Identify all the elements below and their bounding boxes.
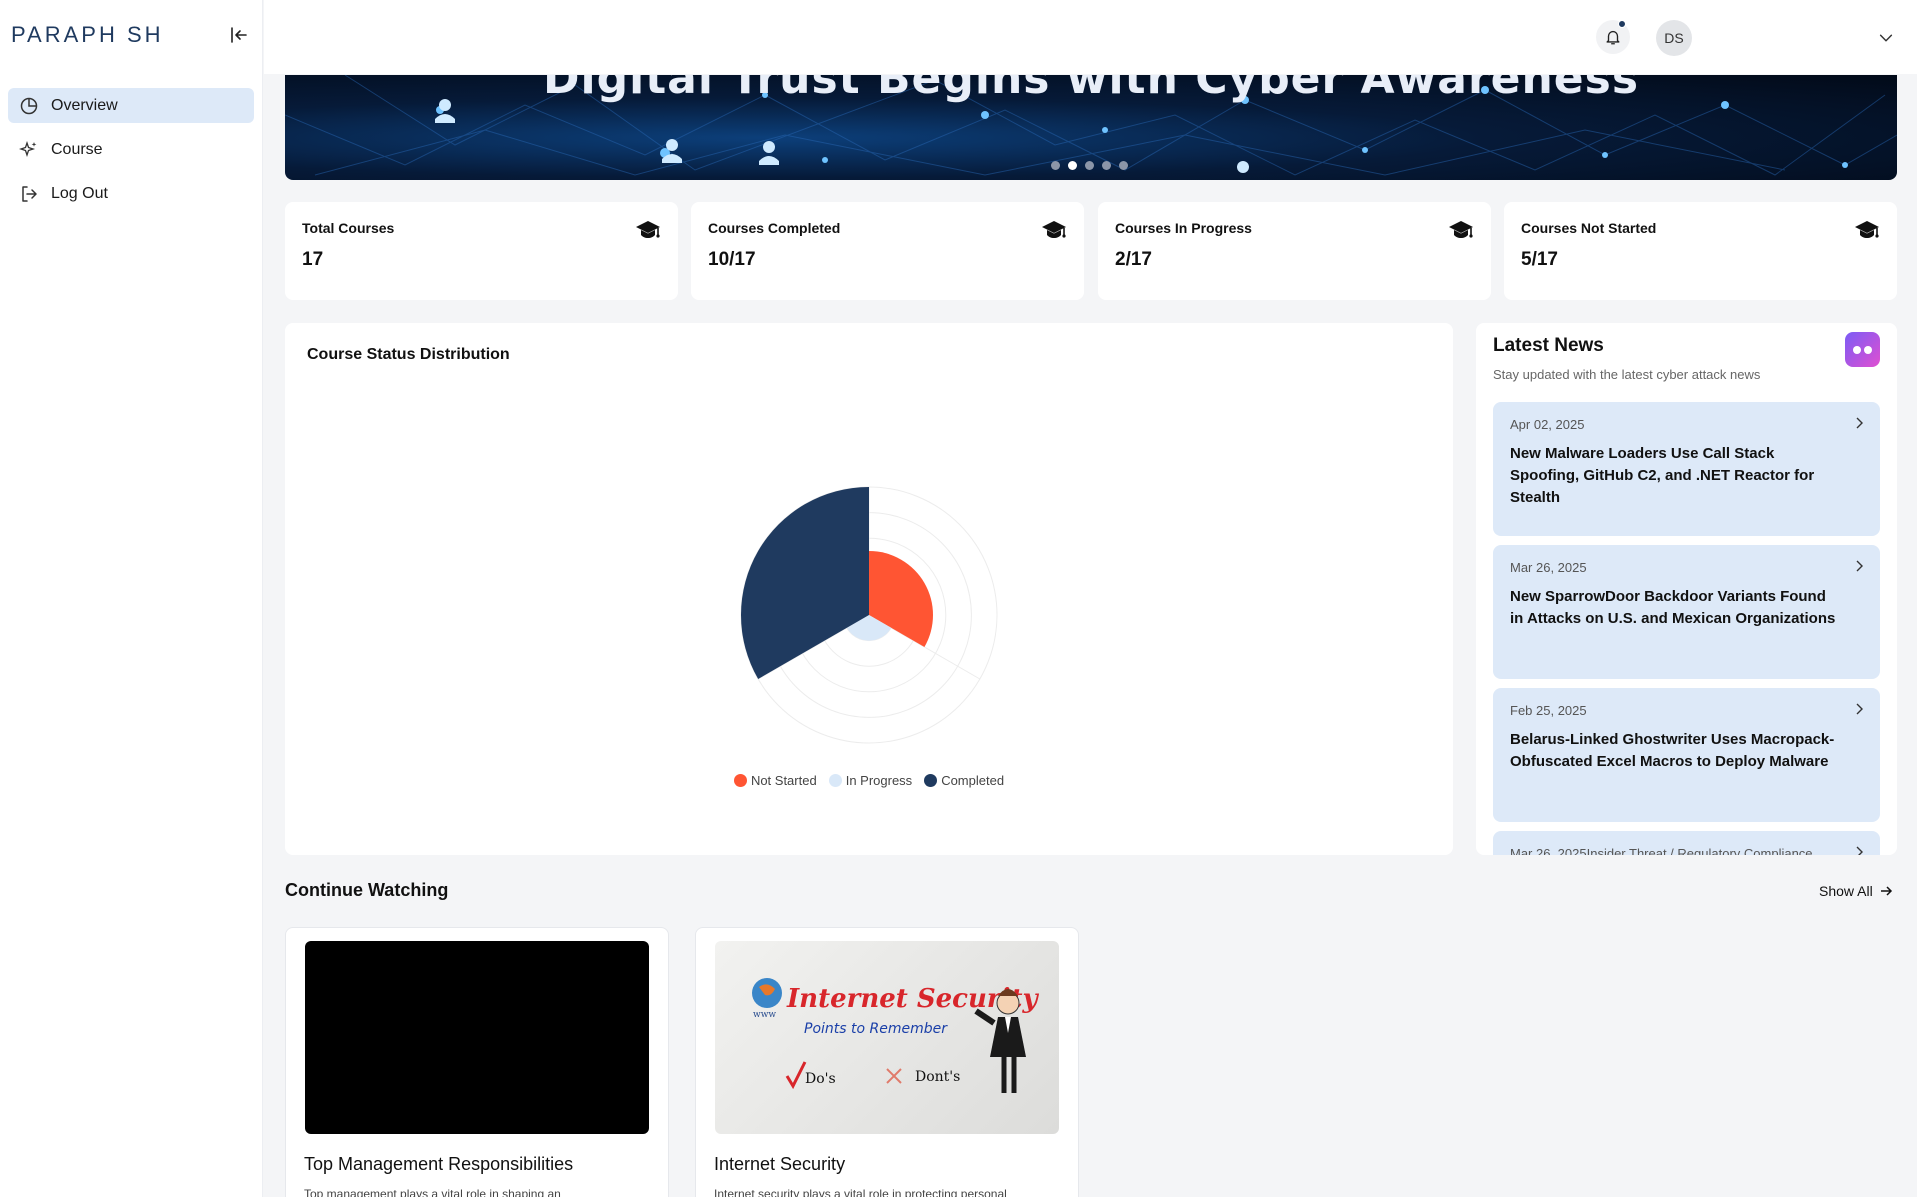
course-card[interactable]: www Internet Security Points to Remember… [695,927,1079,1197]
news-headline: Belarus-Linked Ghostwriter Uses Macropac… [1510,731,1835,770]
stat-card-courses-in-progress: Courses In Progress 2/17 [1098,202,1491,300]
stat-value: 10/17 [708,249,756,270]
legend-swatch [924,774,938,787]
continue-watching-title: Continue Watching [285,880,449,900]
legend-label: Completed [941,773,1005,788]
chevron-right-icon [1852,559,1866,578]
collapse-sidebar-button[interactable] [226,22,252,48]
sidebar-item-course[interactable]: Course [8,132,254,167]
news-item[interactable]: Mar 26, 2025Insider Threat / Regulatory … [1493,831,1880,855]
thumb-donts: Dont's [915,1069,960,1085]
app-logo[interactable]: PARAPH SH [11,22,164,48]
course-name: Top Management Responsibilities [304,1154,574,1174]
legend-swatch [733,774,747,787]
stat-value: 17 [302,249,324,270]
news-headline: New SparrowDoor Backdoor Variants Found … [1510,588,1836,627]
graduation-cap-icon [1854,218,1880,247]
pie-chart-icon [17,94,41,118]
course-thumbnail: www Internet Security Points to Remember… [715,941,1059,1134]
course-thumbnail [305,941,649,1134]
sector-completed[interactable] [741,487,869,679]
legend-label: In Progress [845,773,913,788]
arrow-right-icon [1880,886,1892,896]
chevron-down-icon [1879,34,1893,42]
carousel-dot[interactable] [1119,161,1128,170]
news-title: Latest News [1493,335,1604,356]
stat-card-courses-not-started: Courses Not Started 5/17 [1504,202,1897,300]
legend-label: Not Started [750,773,817,788]
graduation-cap-icon [1448,218,1474,247]
stat-label: Total Courses [302,220,395,236]
news-item[interactable]: Feb 25, 2025 Belarus-Linked Ghostwriter … [1493,688,1880,822]
news-date: Mar 26, 2025Insider Threat / Regulatory … [1510,846,1813,855]
carousel-dot[interactable] [1051,161,1060,170]
news-subtitle: Stay updated with the latest cyber attac… [1493,367,1761,382]
graduation-cap-icon [1041,218,1067,247]
sidebar-item-overview[interactable]: Overview [8,88,254,123]
chevron-right-icon [1852,845,1866,855]
show-all-link[interactable]: Show All [1819,883,1893,899]
chevron-right-icon [1852,416,1866,435]
thumb-subtitle: Points to Remember [804,1021,948,1037]
sidebar: PARAPH SH Overview Course Log Out [0,0,263,1197]
course-status-chart-card: Course Status Distribution Not Started I… [285,323,1453,855]
sidebar-item-label: Course [51,140,103,158]
bell-icon [1606,30,1620,45]
collapse-left-icon [231,27,247,43]
top-header: DS [264,0,1917,74]
hero-banner[interactable]: Digital Trust Begins with Cyber Awarenes… [285,75,1897,180]
sidebar-nav: Overview Course Log Out [8,88,254,220]
news-headline: New Malware Loaders Use Call Stack Spoof… [1510,445,1815,506]
stat-card-total-courses: Total Courses 17 [285,202,678,300]
legend-item-completed[interactable]: Completed [924,773,1004,788]
latest-news-card: Latest News Stay updated with the latest… [1476,323,1897,855]
stat-value: 5/17 [1521,249,1558,270]
news-badge-icon [1845,332,1880,367]
thumb-www: www [753,1010,776,1020]
carousel-dot[interactable] [1085,161,1094,170]
course-description: Top management plays a vital role in sha… [304,1187,561,1197]
avatar[interactable]: DS [1656,20,1692,56]
user-menu-chevron[interactable] [1874,26,1898,50]
news-list: Apr 02, 2025 New Malware Loaders Use Cal… [1493,402,1880,855]
notification-dot [1618,20,1626,28]
carousel-dot[interactable] [1102,161,1111,170]
news-date: Apr 02, 2025 [1510,417,1585,432]
news-date: Feb 25, 2025 [1510,703,1587,718]
sidebar-item-logout[interactable]: Log Out [8,176,254,211]
carousel-dot-active[interactable] [1068,161,1077,170]
chevron-right-icon [1852,702,1866,721]
news-item[interactable]: Mar 26, 2025 New SparrowDoor Backdoor Va… [1493,545,1880,679]
stat-label: Courses In Progress [1115,220,1252,236]
stat-card-courses-completed: Courses Completed 10/17 [691,202,1084,300]
show-all-label: Show All [1819,883,1873,899]
sidebar-item-label: Log Out [51,184,108,202]
course-description: Internet security plays a vital role in … [714,1187,1007,1197]
legend-item-in-progress[interactable]: In Progress [828,773,913,788]
carousel-dots [1051,161,1128,170]
logout-icon [17,182,41,206]
notifications-button[interactable] [1596,20,1630,54]
course-name: Internet Security [714,1154,846,1174]
legend-item-not-started[interactable]: Not Started [733,773,817,788]
news-date: Mar 26, 2025 [1510,560,1587,575]
news-item[interactable]: Apr 02, 2025 New Malware Loaders Use Cal… [1493,402,1880,536]
stat-label: Courses Completed [708,220,841,236]
stat-value: 2/17 [1115,249,1152,270]
sparkles-icon [17,138,41,162]
chart-legend: Not Started In Progress Completed [285,773,1453,788]
course-card[interactable]: Top Management Responsibilities Top mana… [285,927,669,1197]
legend-swatch [828,774,842,787]
thumb-dos: Do's [805,1071,836,1087]
stat-label: Courses Not Started [1521,220,1657,236]
graduation-cap-icon [635,218,661,247]
sidebar-item-label: Overview [51,96,118,114]
banner-title: Digital Trust Begins with Cyber Awarenes… [542,75,1640,104]
